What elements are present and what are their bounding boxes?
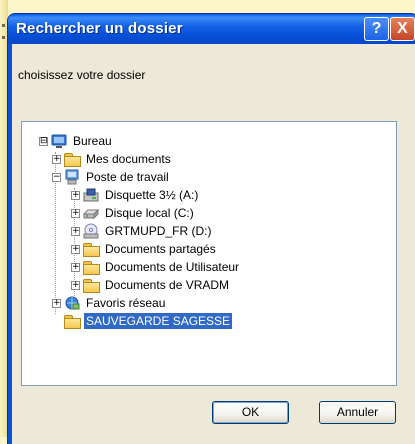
tree-item-favoris-reseau[interactable]: + Favoris réseau <box>52 294 167 312</box>
tree-item-disquette[interactable]: + Disquette 3½ (A:) <box>71 186 200 204</box>
tree-item-disque-local[interactable]: + Disque local (C:) <box>71 204 196 222</box>
hard-drive-icon <box>82 205 100 221</box>
help-button[interactable]: ? <box>364 17 389 41</box>
collapse-toggle[interactable]: − <box>52 173 61 182</box>
tree-item-label: Poste de travail <box>86 170 169 184</box>
cancel-button[interactable]: Annuler <box>319 401 396 424</box>
dialog-client-area: choisissez votre dossier ⊟ Bureau + Mes … <box>12 44 415 444</box>
tree-item-label: SAUVEGARDE SAGESSE <box>84 313 233 329</box>
folder-icon <box>83 259 100 275</box>
folder-icon <box>83 277 100 293</box>
expand-toggle[interactable]: + <box>52 155 61 164</box>
expand-toggle[interactable]: + <box>71 209 80 218</box>
network-places-icon <box>64 295 80 311</box>
expand-toggle[interactable]: + <box>71 227 80 236</box>
dialog-title: Rechercher un dossier <box>16 20 183 37</box>
tree-item-mes-documents[interactable]: + Mes documents <box>52 150 173 168</box>
tree-item-sauvegarde-sagesse[interactable]: SAUVEGARDE SAGESSE <box>64 312 233 330</box>
folder-icon <box>64 151 81 167</box>
expand-toggle[interactable]: + <box>71 263 80 272</box>
tree-item-documents-partages[interactable]: + Documents partagés <box>71 240 218 258</box>
tree-item-label: Bureau <box>73 134 112 148</box>
tree-item-poste-de-travail[interactable]: − Poste de travail <box>52 168 171 186</box>
expand-toggle[interactable]: + <box>71 281 80 290</box>
edge-mark <box>2 24 5 27</box>
close-button[interactable]: X <box>390 17 415 41</box>
browse-folder-dialog: Rechercher un dossier ? X choisissez vot… <box>8 14 415 444</box>
ok-button[interactable]: OK <box>212 401 289 424</box>
floppy-drive-icon <box>83 187 99 203</box>
tree-item-label: Documents partagés <box>105 242 216 256</box>
tree-item-documents-utilisateur[interactable]: + Documents de Utilisateur <box>71 258 241 276</box>
folder-icon <box>64 313 81 329</box>
tree-item-bureau[interactable]: ⊟ Bureau <box>35 132 114 150</box>
tree-item-label: Disque local (C:) <box>105 206 194 220</box>
expand-toggle[interactable]: + <box>71 191 80 200</box>
background-window-edge <box>0 0 8 437</box>
tree-item-label: Disquette 3½ (A:) <box>105 188 199 202</box>
cd-drive-icon <box>83 223 99 239</box>
tree-item-label: Favoris réseau <box>86 296 166 310</box>
title-bar[interactable]: Rechercher un dossier ? X <box>8 14 415 44</box>
computer-icon <box>64 169 80 185</box>
tree-item-label: GRTMUPD_FR (D:) <box>105 224 212 238</box>
tree-item-label: Documents de Utilisateur <box>105 260 240 274</box>
desktop-icon <box>51 133 67 149</box>
collapse-toggle[interactable]: ⊟ <box>39 137 48 146</box>
folder-tree[interactable]: ⊟ Bureau + Mes documents − Poste de trav… <box>21 121 397 386</box>
expand-toggle[interactable]: + <box>71 245 80 254</box>
tree-item-documents-vradm[interactable]: + Documents de VRADM <box>71 276 231 294</box>
prompt-text: choisissez votre dossier <box>18 68 146 82</box>
edge-mark <box>2 36 5 39</box>
tree-item-label: Mes documents <box>86 152 171 166</box>
expand-toggle[interactable]: + <box>52 299 61 308</box>
tree-item-label: Documents de VRADM <box>105 278 230 292</box>
folder-icon <box>83 241 100 257</box>
tree-item-cd-drive[interactable]: + GRTMUPD_FR (D:) <box>71 222 213 240</box>
